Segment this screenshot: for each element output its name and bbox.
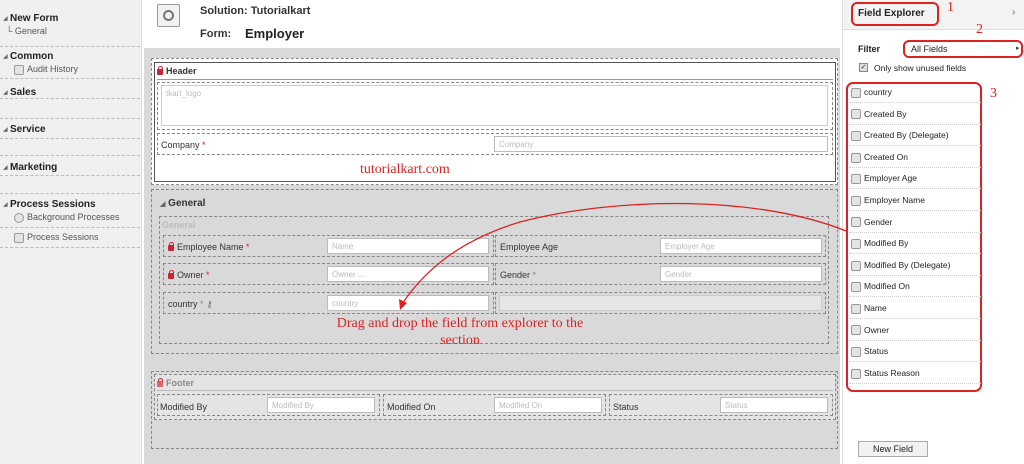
drag-arrow-path [401,202,847,305]
drag-arrow-overlay [399,202,847,310]
drag-arrowhead [399,299,407,310]
